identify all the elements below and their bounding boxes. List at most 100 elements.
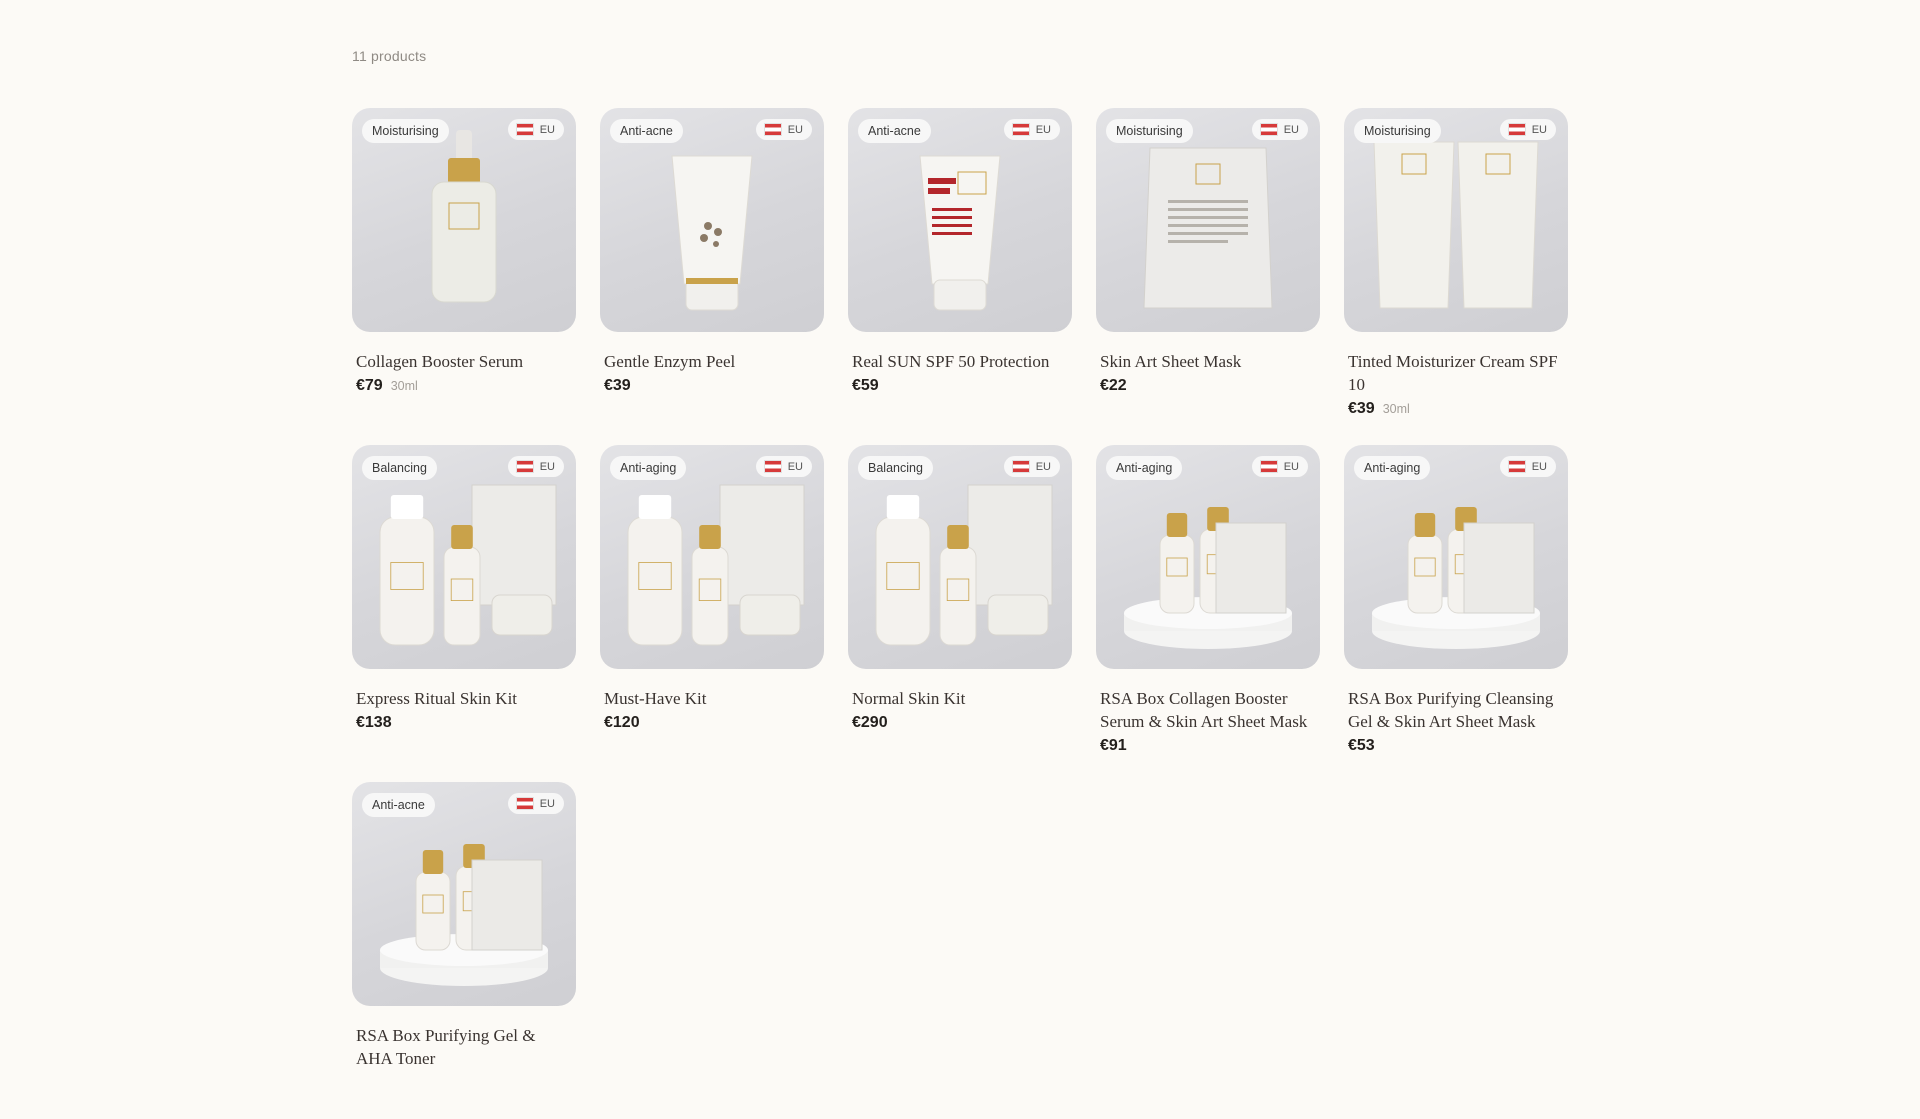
product-name[interactable]: Gentle Enzym Peel xyxy=(604,350,820,373)
product-price: €79 xyxy=(356,377,383,394)
austria-flag-icon xyxy=(515,797,534,810)
region-badge: EU xyxy=(507,119,564,140)
region-badge: EU xyxy=(1003,456,1060,477)
price-line: €39 xyxy=(604,377,820,395)
product-image[interactable]: Moisturising EU xyxy=(1344,108,1568,332)
austria-flag-icon xyxy=(515,460,534,473)
region-badge: EU xyxy=(1251,456,1308,477)
product-card[interactable]: Moisturising EU Collagen Booster Serum €… xyxy=(352,108,576,445)
region-badge: EU xyxy=(1499,119,1556,140)
region-label: EU xyxy=(539,123,555,136)
austria-flag-icon xyxy=(1259,123,1278,136)
austria-flag-icon xyxy=(1259,460,1278,473)
product-card[interactable]: Anti-acne EU Real SUN SPF 50 Protection … xyxy=(848,108,1072,445)
austria-flag-icon xyxy=(763,123,782,136)
concern-tag: Balancing xyxy=(858,456,933,480)
price-line: €79 30ml xyxy=(356,377,572,395)
region-label: EU xyxy=(1035,460,1051,473)
product-image[interactable]: Moisturising EU xyxy=(1096,108,1320,332)
product-name[interactable]: Normal Skin Kit xyxy=(852,687,1068,710)
region-label: EU xyxy=(787,460,803,473)
product-image[interactable]: Balancing EU xyxy=(848,445,1072,669)
product-price: €120 xyxy=(604,714,640,731)
product-image[interactable]: Anti-aging EU xyxy=(1344,445,1568,669)
region-label: EU xyxy=(539,797,555,810)
product-price: €138 xyxy=(356,714,392,731)
product-name[interactable]: Collagen Booster Serum xyxy=(356,350,572,373)
product-image[interactable]: Balancing EU xyxy=(352,445,576,669)
concern-tag: Anti-aging xyxy=(610,456,687,480)
region-badge: EU xyxy=(507,793,564,814)
austria-flag-icon xyxy=(1507,123,1526,136)
product-name[interactable]: RSA Box Purifying Gel & AHA Toner xyxy=(356,1024,572,1070)
product-name[interactable]: Express Ritual Skin Kit xyxy=(356,687,572,710)
austria-flag-icon xyxy=(1011,123,1030,136)
product-card[interactable]: Moisturising EU Skin Art Sheet Mask €22 xyxy=(1096,108,1320,445)
product-price: €290 xyxy=(852,714,888,731)
region-badge: EU xyxy=(1499,456,1556,477)
price-line: €59 xyxy=(852,377,1068,395)
region-label: EU xyxy=(1531,460,1547,473)
austria-flag-icon xyxy=(1011,460,1030,473)
austria-flag-icon xyxy=(763,460,782,473)
product-price: €39 xyxy=(1348,400,1375,417)
price-line: €22 xyxy=(1100,377,1316,395)
concern-tag: Anti-aging xyxy=(1106,456,1183,480)
region-badge: EU xyxy=(1251,119,1308,140)
product-image[interactable]: Anti-aging EU xyxy=(1096,445,1320,669)
product-image[interactable]: Anti-acne EU xyxy=(600,108,824,332)
region-label: EU xyxy=(1283,460,1299,473)
product-name[interactable]: Must-Have Kit xyxy=(604,687,820,710)
product-grid: Moisturising EU Collagen Booster Serum €… xyxy=(352,108,1568,1119)
product-image[interactable]: Moisturising EU xyxy=(352,108,576,332)
product-image[interactable]: Anti-aging EU xyxy=(600,445,824,669)
product-name[interactable]: Tinted Moisturizer Cream SPF 10 xyxy=(1348,350,1564,396)
product-price: €53 xyxy=(1348,737,1375,754)
product-name[interactable]: RSA Box Purifying Cleansing Gel & Skin A… xyxy=(1348,687,1564,733)
region-badge: EU xyxy=(755,456,812,477)
price-line: €91 xyxy=(1100,737,1316,755)
product-card[interactable]: Moisturising EU Tinted Moisturizer Cream… xyxy=(1344,108,1568,445)
product-card[interactable]: Anti-aging EU RSA Box Collagen Booster S… xyxy=(1096,445,1320,782)
region-label: EU xyxy=(539,460,555,473)
concern-tag: Balancing xyxy=(362,456,437,480)
region-badge: EU xyxy=(755,119,812,140)
product-name[interactable]: Skin Art Sheet Mask xyxy=(1100,350,1316,373)
product-volume: 30ml xyxy=(1382,402,1410,416)
price-line: €39 30ml xyxy=(1348,400,1564,418)
concern-tag: Moisturising xyxy=(362,119,449,143)
product-card[interactable]: Anti-aging EU RSA Box Purifying Cleansin… xyxy=(1344,445,1568,782)
product-price: €22 xyxy=(1100,377,1127,394)
price-line: €138 xyxy=(356,714,572,732)
region-label: EU xyxy=(1283,123,1299,136)
product-price: €59 xyxy=(852,377,879,394)
price-line: €120 xyxy=(604,714,820,732)
product-card[interactable]: Anti-acne EU Gentle Enzym Peel €39 xyxy=(600,108,824,445)
product-card[interactable]: Anti-aging EU Must-Have Kit €120 xyxy=(600,445,824,782)
product-card[interactable]: Balancing EU Express Ritual Skin Kit €13… xyxy=(352,445,576,782)
product-name[interactable]: Real SUN SPF 50 Protection xyxy=(852,350,1068,373)
concern-tag: Moisturising xyxy=(1106,119,1193,143)
austria-flag-icon xyxy=(1507,460,1526,473)
product-card[interactable]: Balancing EU Normal Skin Kit €290 xyxy=(848,445,1072,782)
region-label: EU xyxy=(1531,123,1547,136)
product-count: 11 products xyxy=(352,48,427,64)
concern-tag: Anti-acne xyxy=(362,793,435,817)
concern-tag: Anti-acne xyxy=(610,119,683,143)
concern-tag: Anti-acne xyxy=(858,119,931,143)
concern-tag: Anti-aging xyxy=(1354,456,1431,480)
product-price: €39 xyxy=(604,377,631,394)
region-label: EU xyxy=(787,123,803,136)
product-image[interactable]: Anti-acne EU xyxy=(848,108,1072,332)
region-label: EU xyxy=(1035,123,1051,136)
product-price: €91 xyxy=(1100,737,1127,754)
price-line: €290 xyxy=(852,714,1068,732)
austria-flag-icon xyxy=(515,123,534,136)
product-card[interactable]: Anti-acne EU RSA Box Purifying Gel & AHA… xyxy=(352,782,576,1119)
product-image[interactable]: Anti-acne EU xyxy=(352,782,576,1006)
concern-tag: Moisturising xyxy=(1354,119,1441,143)
region-badge: EU xyxy=(507,456,564,477)
product-volume: 30ml xyxy=(390,379,418,393)
product-name[interactable]: RSA Box Collagen Booster Serum & Skin Ar… xyxy=(1100,687,1316,733)
region-badge: EU xyxy=(1003,119,1060,140)
